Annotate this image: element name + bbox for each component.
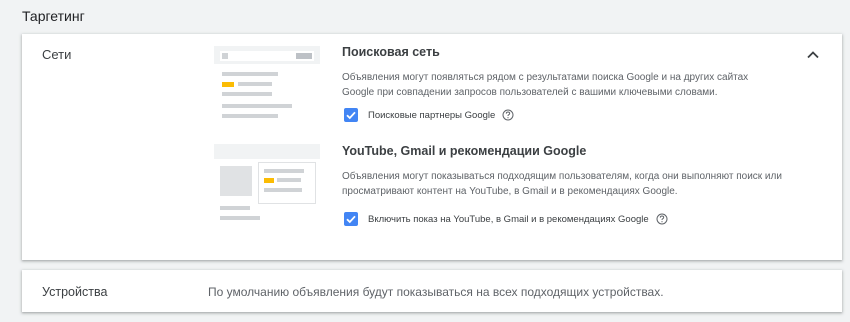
networks-label: Сети: [42, 47, 72, 62]
search-partners-option: Поисковые партнеры Google: [344, 108, 514, 122]
youtube-gmail-label: Включить показ на YouTube, в Gmail и в р…: [368, 213, 649, 225]
chevron-up-icon: [807, 51, 819, 59]
check-icon: [346, 215, 356, 224]
youtube-gmail-checkbox[interactable]: [344, 212, 358, 226]
help-circle-icon[interactable]: [502, 109, 514, 121]
search-partners-checkbox[interactable]: [344, 108, 358, 122]
devices-card[interactable]: Устройства По умолчанию объявления будут…: [22, 270, 842, 312]
display-network-description: Объявления могут показываться подходящим…: [342, 171, 782, 197]
devices-summary: По умолчанию объявления будут показывать…: [208, 285, 664, 299]
check-icon: [346, 111, 356, 120]
youtube-gmail-option: Включить показ на YouTube, в Gmail и в р…: [344, 212, 668, 226]
search-network-title: Поисковая сеть: [342, 45, 440, 59]
search-network-description: Объявления могут появляться рядом с резу…: [342, 72, 749, 98]
display-network-illustration: [214, 144, 320, 228]
search-network-illustration: [214, 46, 320, 130]
devices-label: Устройства: [42, 285, 108, 299]
section-title: Таргетинг: [22, 8, 85, 24]
search-partners-label: Поисковые партнеры Google: [368, 109, 496, 121]
help-circle-icon[interactable]: [656, 213, 668, 225]
display-network-title: YouTube, Gmail и рекомендации Google: [342, 144, 587, 158]
collapse-button[interactable]: [802, 44, 824, 66]
networks-card: Сети Поисковая сеть Объявления могут поя…: [22, 34, 842, 260]
